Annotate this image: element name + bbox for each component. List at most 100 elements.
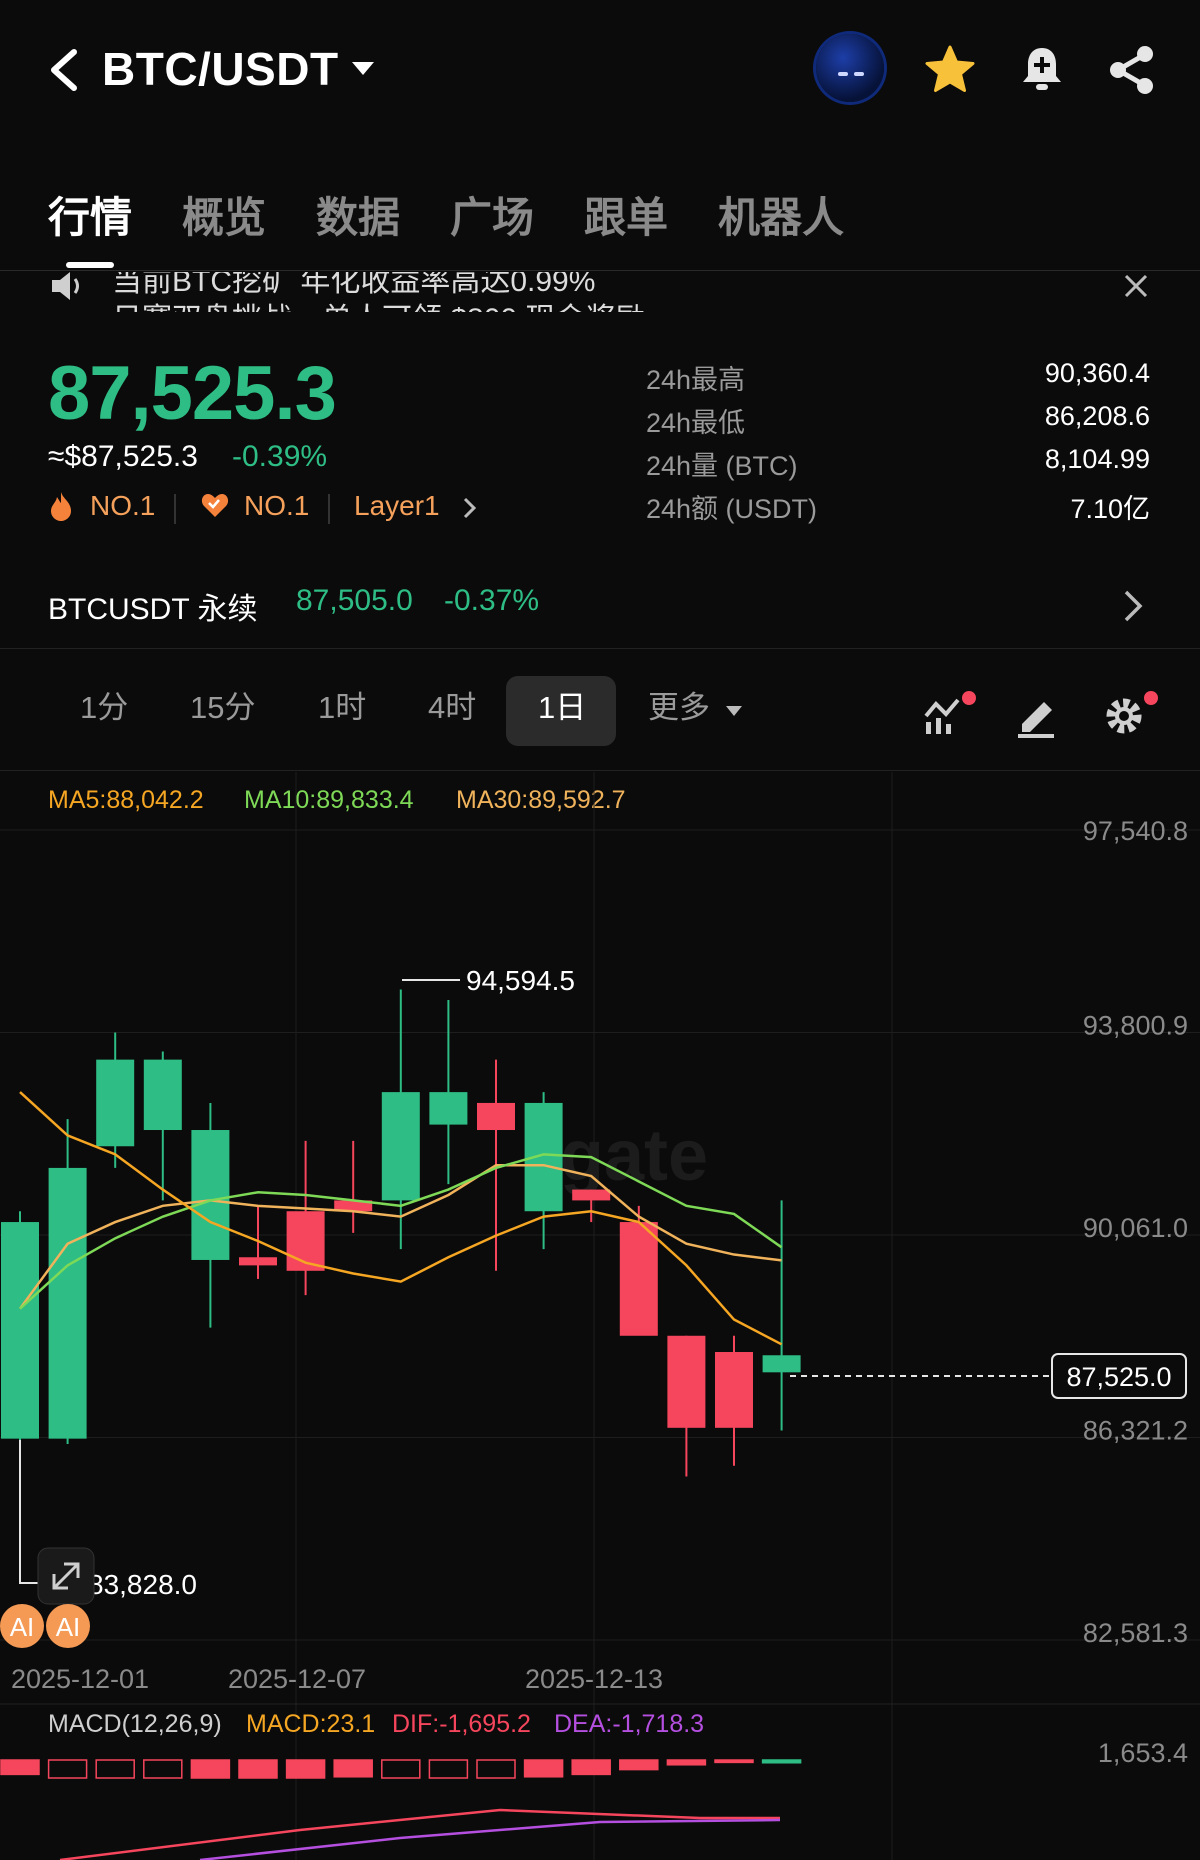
perpetual-change: -0.37% xyxy=(444,584,540,617)
back-arrow-icon[interactable] xyxy=(46,48,86,92)
divider xyxy=(174,494,176,524)
interval-1m[interactable]: 1分 xyxy=(80,682,128,727)
stat-24h-turnover-label: 24h额 (USDT) xyxy=(646,494,818,524)
macd-histogram-bar xyxy=(619,1759,659,1771)
candle-body xyxy=(667,1335,706,1428)
hot-rank-badge[interactable]: NO.1 xyxy=(90,490,155,522)
announcement-ticker[interactable]: 当前BTC挖矿 年化收益率高达0.99% 日赛双盘挑战，单人可领 $800 现金… xyxy=(0,272,1200,312)
dea-line xyxy=(199,1818,781,1860)
candle-body xyxy=(239,1257,277,1266)
divider xyxy=(0,648,1200,649)
pair-dropdown-caret-icon[interactable] xyxy=(352,62,374,75)
favorite-star-icon[interactable] xyxy=(922,42,978,98)
ai-label-1: AI xyxy=(10,1612,35,1642)
indicator-icon[interactable] xyxy=(920,690,976,738)
tab-overview[interactable]: 概览 xyxy=(182,184,266,245)
heart-icon xyxy=(201,494,229,517)
macd-dea: DEA:-1,718.3 xyxy=(554,1710,705,1738)
macd-axis-label: 1,653.4 xyxy=(1098,1738,1188,1768)
settings-gear-icon[interactable] xyxy=(1100,690,1160,738)
macd-histogram-bar xyxy=(47,1759,88,1779)
macd-histogram-bar xyxy=(333,1759,373,1778)
macd-histogram-bar xyxy=(666,1759,707,1766)
candle-body xyxy=(762,1355,801,1373)
share-icon[interactable] xyxy=(1104,42,1160,98)
tab-copy-trading[interactable]: 跟单 xyxy=(584,184,668,245)
candle-body xyxy=(191,1130,230,1260)
stat-24h-low-value: 86,208.6 xyxy=(1044,401,1150,431)
interval-4h[interactable]: 4时 xyxy=(428,682,476,727)
chevron-right-icon[interactable] xyxy=(462,496,478,520)
macd-histogram-bar xyxy=(761,1759,802,1764)
macd-histogram-bar xyxy=(238,1759,278,1779)
divider xyxy=(0,270,1200,271)
tab-bots[interactable]: 机器人 xyxy=(718,184,844,245)
macd-histogram-bar xyxy=(0,1759,40,1776)
candle-body xyxy=(619,1222,658,1336)
macd-histogram-bar xyxy=(143,1759,183,1779)
candle-body xyxy=(429,1092,468,1125)
macd-histogram-bar xyxy=(476,1759,516,1779)
macd-value: MACD:23.1 xyxy=(246,1710,376,1738)
expand-button[interactable] xyxy=(37,1547,95,1605)
divider xyxy=(328,494,330,524)
stat-24h-turnover-value: 7.10亿 xyxy=(1070,494,1150,524)
avatar[interactable] xyxy=(816,34,884,102)
macd-histogram-bar xyxy=(571,1759,611,1776)
dif-line xyxy=(59,1808,780,1860)
candlestick-chart[interactable]: gate 97,540.893,800.990,061.086,321.282,… xyxy=(0,772,1200,1860)
x-axis-labels: 2025-12-01 2025-12-07 2025-12-13 xyxy=(11,1664,663,1694)
price-annotations: 94,594.5 83,828.0 87,525.0 xyxy=(19,965,1187,1600)
category-badge[interactable]: Layer1 xyxy=(354,490,440,522)
chevron-right-icon[interactable] xyxy=(1118,586,1148,626)
macd-params: MACD(12,26,9) xyxy=(48,1710,222,1738)
perpetual-contract-row[interactable]: BTCUSDT 永续 87,505.0 -0.37% xyxy=(0,560,1200,650)
more-caret-icon[interactable] xyxy=(726,706,742,716)
x-axis-label: 2025-12-07 xyxy=(228,1664,366,1694)
tab-data[interactable]: 数据 xyxy=(316,184,400,245)
usd-equivalent: ≈$87,525.3 xyxy=(48,440,198,473)
tab-square[interactable]: 广场 xyxy=(450,184,534,245)
candles-group xyxy=(1,989,801,1515)
interval-more[interactable]: 更多 xyxy=(648,682,710,727)
candle-body xyxy=(143,1059,182,1131)
y-axis-label: 97,540.8 xyxy=(1083,816,1188,846)
candle-body xyxy=(96,1059,135,1147)
stat-24h-volume-value: 8,104.99 xyxy=(1044,444,1150,474)
candle-body xyxy=(381,1092,420,1201)
ai-label-2: AI xyxy=(56,1612,81,1642)
high-price-label: 94,594.5 xyxy=(466,965,575,996)
close-icon[interactable] xyxy=(1118,268,1154,304)
flame-icon xyxy=(51,492,71,521)
current-price-label: 87,525.0 xyxy=(1066,1362,1171,1392)
candle-body xyxy=(715,1352,753,1428)
macd-histogram-bar xyxy=(190,1759,231,1779)
perpetual-name: BTCUSDT 永续 xyxy=(48,593,258,626)
tab-active-indicator xyxy=(66,262,114,268)
price-alert-bell-icon[interactable] xyxy=(1014,42,1070,98)
candle-body xyxy=(1,1222,39,1439)
candle-body xyxy=(477,1102,515,1131)
stat-24h-high-label: 24h最高 xyxy=(646,365,746,395)
interval-1h[interactable]: 1时 xyxy=(318,682,366,727)
low-price-label: 83,828.0 xyxy=(88,1569,197,1600)
draw-pencil-icon[interactable] xyxy=(1012,690,1062,738)
y-axis-label: 90,061.0 xyxy=(1083,1213,1188,1243)
macd-histogram-bar xyxy=(381,1759,421,1779)
main-tabs: 行情 概览 数据 广场 跟单 机器人 xyxy=(0,170,1200,270)
candle-body xyxy=(572,1189,611,1201)
ai-buttons[interactable]: AI AI xyxy=(0,1604,90,1648)
top-bar: BTC/USDT xyxy=(0,0,1200,140)
last-price: 87,525.3 xyxy=(48,351,337,436)
interval-15m[interactable]: 15分 xyxy=(190,682,255,727)
pair-title[interactable]: BTC/USDT xyxy=(102,42,339,96)
macd-dif: DIF:-1,695.2 xyxy=(392,1710,531,1738)
macd-histogram-bar xyxy=(523,1759,564,1778)
interval-1d[interactable]: 1日 xyxy=(538,682,586,727)
stat-24h-volume-label: 24h量 (BTC) xyxy=(646,451,798,481)
change-percent: -0.39% xyxy=(232,440,328,473)
tab-market[interactable]: 行情 xyxy=(48,184,132,245)
macd-histogram-bar xyxy=(95,1759,135,1779)
y-axis-label: 93,800.9 xyxy=(1083,1011,1188,1041)
favorite-rank-badge[interactable]: NO.1 xyxy=(244,490,309,522)
